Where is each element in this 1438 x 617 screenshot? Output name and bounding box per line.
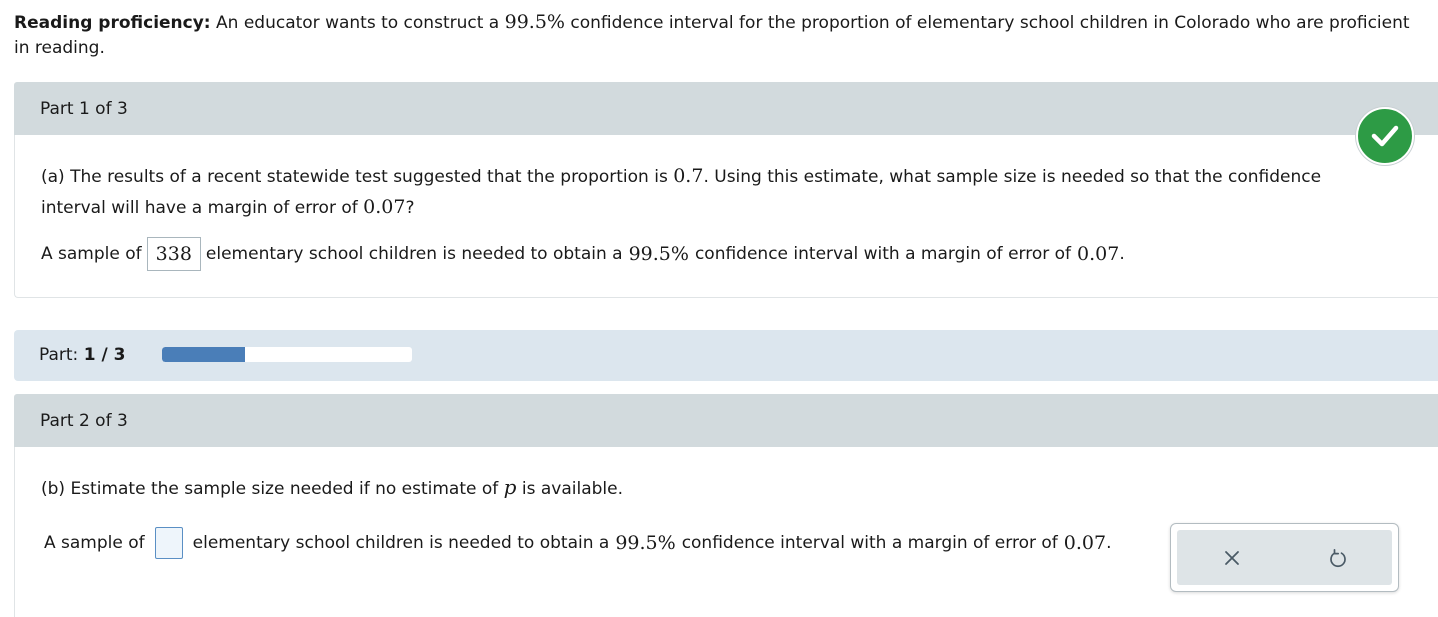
progress-label: Part: 1 / 3 <box>39 345 125 365</box>
part-1-answer-box: 338 <box>146 237 201 271</box>
p2-ans-mid2: confidence interval with a margin of err… <box>681 533 1058 553</box>
part-2-answer-line: A sample of elementary school children i… <box>44 527 1111 559</box>
p1-ans-conf: 99.5% <box>628 243 689 265</box>
p1-ans-mid2: confidence interval with a margin of err… <box>694 244 1072 264</box>
progress-row: Part: 1 / 3 <box>14 330 1438 381</box>
p2-q-b: is available. <box>516 479 624 499</box>
clear-button[interactable] <box>1218 544 1246 572</box>
p1-q-c: ? <box>405 198 415 218</box>
part-1-header-label: Part 1 of 3 <box>40 99 128 119</box>
p2-ans-mid: elementary school children is needed to … <box>192 533 610 553</box>
part-1-header[interactable]: Part 1 of 3 <box>14 82 1438 135</box>
answer-tools-inner <box>1177 530 1392 585</box>
intro-text-a: An educator wants to construct a <box>210 13 505 33</box>
undo-button[interactable] <box>1324 544 1352 572</box>
intro-confidence: 99.5% <box>504 11 565 33</box>
problem-title: Reading proficiency: <box>14 13 211 33</box>
part-2-header-label: Part 2 of 3 <box>40 411 128 431</box>
part-1-body: (a) The results of a recent statewide te… <box>14 135 1438 298</box>
part-2-header[interactable]: Part 2 of 3 <box>14 394 1438 447</box>
p1-q-a: (a) The results of a recent statewide te… <box>41 167 674 187</box>
p2-ans-conf: 99.5% <box>615 532 676 554</box>
progress-prefix: Part: <box>39 345 84 365</box>
close-icon <box>1225 551 1239 565</box>
p1-ans-pre: A sample of <box>41 244 142 264</box>
p1-q-proportion: 0.7 <box>673 165 704 187</box>
p2-q-var: p <box>503 475 517 499</box>
p1-ans-moe: 0.07 <box>1077 243 1120 265</box>
p2-q-a: (b) Estimate the sample size needed if n… <box>41 479 504 499</box>
undo-icon <box>1330 548 1346 568</box>
p2-ans-pre: A sample of <box>44 533 145 553</box>
progress-bar-fill <box>162 347 246 362</box>
p1-q-moe: 0.07 <box>363 196 406 218</box>
p1-ans-end: . <box>1119 244 1125 264</box>
answer-tools-panel <box>1170 523 1399 592</box>
part-2-answer-input[interactable] <box>154 527 183 559</box>
part-1-question: (a) The results of a recent statewide te… <box>41 161 1381 223</box>
part-2-question: (b) Estimate the sample size needed if n… <box>41 475 623 499</box>
p2-ans-moe: 0.07 <box>1063 532 1107 554</box>
problem-intro: Reading proficiency: An educator wants t… <box>14 10 1414 61</box>
part-1-answer-line: A sample of 338 elementary school childr… <box>41 237 1125 271</box>
p1-ans-mid: elementary school children is needed to … <box>205 244 623 264</box>
progress-bar <box>162 347 412 362</box>
progress-count: 1 / 3 <box>83 345 126 365</box>
p2-ans-end: . <box>1106 533 1112 553</box>
